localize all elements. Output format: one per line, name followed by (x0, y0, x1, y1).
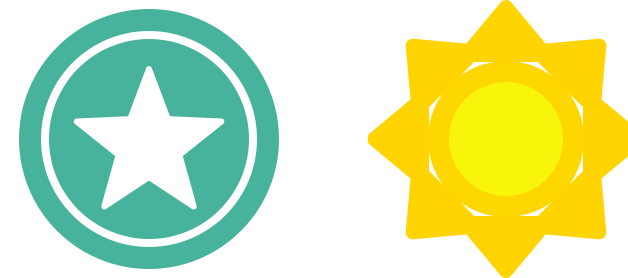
sun-icon (368, 0, 628, 278)
star-badge-svg (19, 9, 279, 269)
sun-svg (368, 0, 628, 278)
star-badge-icon (10, 0, 288, 278)
sun-inner-disc (449, 82, 563, 196)
